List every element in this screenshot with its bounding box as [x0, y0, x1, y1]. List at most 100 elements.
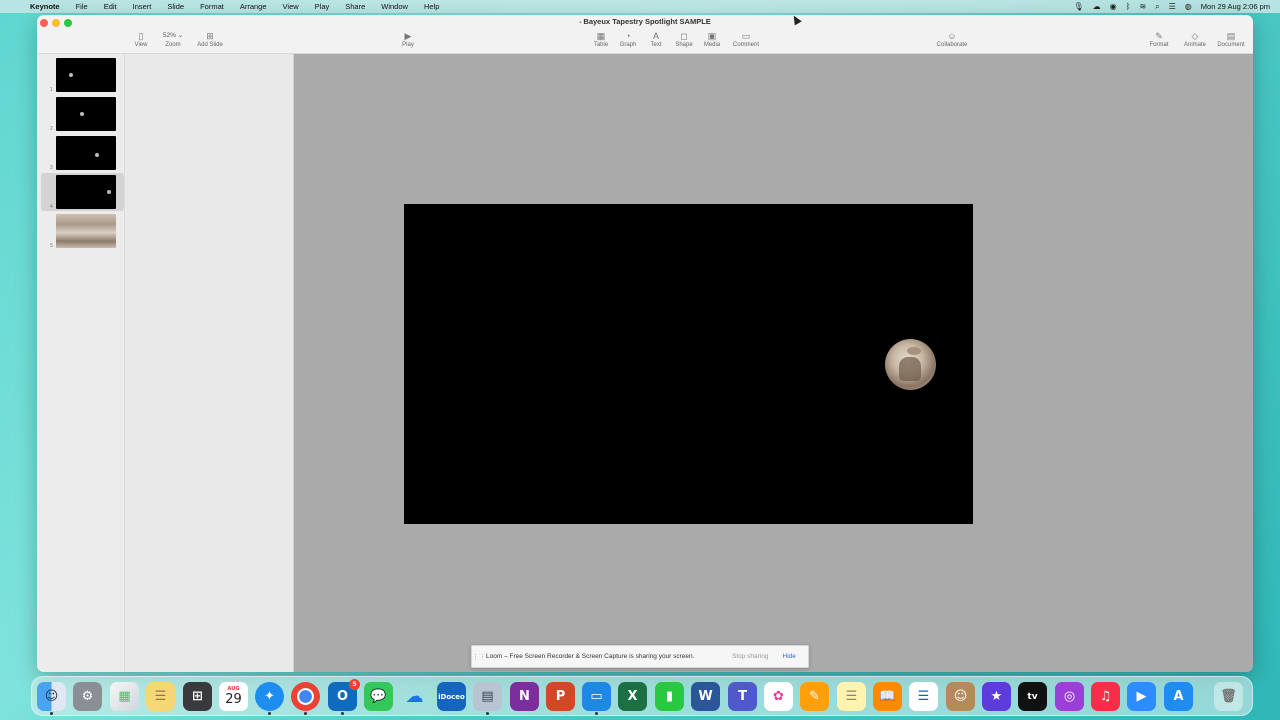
dock: ☺ ⚙ ▦ ☰ ⊞ AUG 29 ✦ O5 💬 ☁ iDoceo ▤ N P ▭…	[31, 676, 1253, 716]
finder-icon[interactable]: ☺	[37, 682, 66, 715]
collaborate-button[interactable]: ☺ Collaborate	[934, 30, 970, 48]
menu-insert[interactable]: Insert	[125, 2, 160, 11]
search-icon[interactable]: ⌕	[1155, 2, 1159, 12]
drag-handle-icon[interactable]: ⋮⋮	[472, 653, 486, 661]
menu-format[interactable]: Format	[192, 2, 232, 11]
slide-canvas[interactable]	[294, 54, 1253, 672]
text-label: Text	[650, 42, 662, 48]
current-slide[interactable]	[404, 204, 973, 524]
microphone-icon[interactable]: 🎙	[1073, 2, 1083, 11]
apple-tv-icon[interactable]: tv	[1018, 682, 1047, 711]
menu-app-name[interactable]: Keynote	[28, 2, 68, 11]
imovie-icon[interactable]: ★	[982, 682, 1011, 711]
messages-icon[interactable]: 💬	[364, 682, 393, 711]
menu-slide[interactable]: Slide	[159, 2, 192, 11]
books-icon[interactable]: 📖	[873, 682, 902, 711]
keynote-icon[interactable]: ▭	[582, 682, 611, 715]
circular-tapestry-image[interactable]	[885, 339, 936, 390]
onedrive-icon[interactable]: ☁	[400, 682, 429, 711]
outlook-icon[interactable]: O5	[328, 679, 360, 715]
reminders-icon[interactable]: ☰	[909, 682, 938, 711]
notes-app-icon[interactable]: ☰	[837, 682, 866, 711]
slide-thumbnail-selected[interactable]: 4	[41, 173, 124, 211]
menu-arrange[interactable]: Arrange	[232, 2, 275, 11]
slide-thumbnail[interactable]: 5	[41, 212, 124, 250]
view-button[interactable]: ▯ View	[123, 30, 159, 48]
play-label: Play	[402, 42, 414, 48]
add-slide-button[interactable]: ⊞ Add Slide	[192, 30, 228, 48]
slide-thumbnail[interactable]: 3	[41, 134, 124, 172]
table-icon: ▦	[596, 31, 606, 41]
play-button[interactable]: ▶ Play	[390, 30, 426, 48]
slide-thumbnail[interactable]: 1	[41, 56, 124, 94]
slide-dot	[80, 112, 84, 116]
bluetooth-icon[interactable]: ᛒ	[1126, 2, 1131, 11]
trash-icon[interactable]: 🗑	[1214, 682, 1243, 711]
toolbar: ▪ Bayeux Tapestry Spotlight SAMPLE ▯ Vie…	[37, 15, 1253, 54]
running-indicator	[341, 712, 344, 715]
comment-button[interactable]: ▭ Comment	[728, 30, 764, 48]
animate-button[interactable]: ◇ Animate	[1177, 30, 1213, 48]
app-store-icon[interactable]: A	[1164, 682, 1193, 711]
menu-play[interactable]: Play	[307, 2, 338, 11]
media-button[interactable]: ▣ Media	[694, 30, 730, 48]
calendar-day: 29	[225, 692, 242, 707]
shape-icon: ◻	[680, 31, 688, 41]
podcasts-icon[interactable]: ◎	[1055, 682, 1084, 711]
zoom-icon[interactable]: ▶	[1127, 682, 1156, 711]
excel-icon[interactable]: X	[618, 682, 647, 711]
menu-share[interactable]: Share	[337, 2, 373, 11]
animate-icon: ◇	[1191, 31, 1199, 41]
menu-edit[interactable]: Edit	[96, 2, 125, 11]
siri-icon[interactable]: ◍	[1185, 2, 1192, 11]
graph-icon: ◔	[625, 31, 631, 41]
airdrop-icon[interactable]: ◉	[1110, 2, 1117, 11]
collaborate-label: Collaborate	[936, 42, 968, 48]
add-slide-label: Add Slide	[197, 42, 223, 48]
pages-icon[interactable]: ✎	[800, 682, 829, 711]
menu-view[interactable]: View	[275, 2, 307, 11]
menu-help[interactable]: Help	[416, 2, 447, 11]
launchpad-icon[interactable]: ▦	[110, 682, 139, 711]
document-lock-icon: ▪	[579, 20, 582, 26]
idoceo-icon[interactable]: iDoceo	[437, 682, 466, 711]
slide-thumbnail-image	[56, 58, 116, 92]
cloud-icon[interactable]: ☁	[1093, 2, 1101, 11]
text-icon: A	[652, 31, 659, 41]
calendar-icon[interactable]: AUG 29	[219, 682, 248, 711]
system-preferences-icon[interactable]: ⚙	[73, 682, 102, 711]
powerpoint-icon[interactable]: P	[546, 682, 575, 711]
slide-thumbnail[interactable]: 2	[41, 95, 124, 133]
zoom-button[interactable]: 52% ⌄ Zoom	[155, 30, 191, 48]
numbers-icon[interactable]: ▮	[655, 682, 684, 711]
preview-icon[interactable]: ▤	[473, 682, 502, 715]
document-button[interactable]: ▤ Document	[1213, 30, 1249, 48]
contacts-icon[interactable]: ☺	[946, 682, 975, 711]
photos-icon[interactable]: ✿	[764, 682, 793, 711]
running-indicator	[304, 712, 307, 715]
onenote-icon[interactable]: N	[510, 682, 539, 711]
document-icon: ▤	[1226, 31, 1236, 41]
notes-icon[interactable]: ☰	[146, 682, 175, 711]
paintbrush-icon: ✎	[1155, 31, 1163, 41]
calculator-icon[interactable]: ⊞	[183, 682, 212, 711]
slide-thumbnail-image	[56, 175, 116, 209]
tapestry-figure	[899, 357, 921, 381]
music-icon[interactable]: ♫	[1091, 682, 1120, 711]
teams-icon[interactable]: T	[728, 682, 757, 711]
chrome-icon[interactable]	[291, 682, 320, 715]
menubar-clock[interactable]: Mon 29 Aug 2:06 pm	[1201, 2, 1270, 11]
slide-number: 2	[50, 126, 53, 132]
control-center-icon[interactable]: ☰	[1169, 2, 1176, 11]
menu-window[interactable]: Window	[373, 2, 416, 11]
menu-file[interactable]: File	[68, 2, 96, 11]
comment-icon: ▭	[741, 31, 751, 41]
word-icon[interactable]: W	[691, 682, 720, 711]
outlook-badge: 5	[349, 679, 360, 690]
slide-dot	[95, 153, 99, 157]
wifi-icon[interactable]: ≋	[1139, 2, 1146, 11]
format-button[interactable]: ✎ Format	[1141, 30, 1177, 48]
hide-button[interactable]: Hide	[777, 653, 802, 660]
stop-sharing-button[interactable]: Stop sharing	[724, 653, 777, 660]
safari-icon[interactable]: ✦	[255, 682, 284, 715]
